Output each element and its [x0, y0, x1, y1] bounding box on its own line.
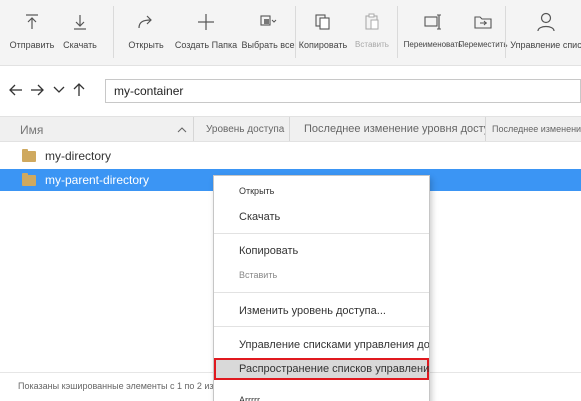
up-arrow-icon[interactable] [71, 82, 87, 98]
upload-label: Отправить [9, 40, 55, 50]
toolbar-divider [397, 6, 398, 58]
download-button[interactable]: Скачать [60, 0, 100, 62]
copy-icon [312, 11, 334, 33]
manage-access-label: Управление спис [510, 40, 581, 50]
upload-button[interactable]: Отправить [8, 0, 56, 62]
menu-divider [214, 233, 429, 234]
move-button[interactable]: Переместить [459, 0, 508, 62]
folder-icon [22, 172, 36, 186]
context-menu: Открыть Скачать Копировать Вставить Изме… [213, 175, 430, 401]
back-arrow-icon[interactable] [8, 82, 24, 98]
toolbar-divider [113, 6, 114, 58]
menu-item-more[interactable]: Arrrrr... [214, 390, 429, 401]
menu-item-copy[interactable]: Копировать [214, 241, 429, 261]
menu-item-download[interactable]: Скачать [214, 207, 429, 227]
row-name: my-parent-directory [45, 173, 150, 187]
toolbar-divider [505, 6, 506, 58]
manage-access-button[interactable]: Управление спис [510, 0, 581, 62]
chevron-down-icon[interactable] [51, 82, 67, 98]
column-last-modified-access[interactable]: Последнее изменение уровня доступа [289, 117, 485, 141]
copy-button[interactable]: Копировать [298, 0, 348, 62]
rename-button[interactable]: Переименовать [403, 0, 463, 62]
rename-label: Переименовать [403, 40, 463, 49]
menu-item-change-access-level[interactable]: Изменить уровень доступа... [214, 301, 429, 321]
menu-divider [214, 326, 429, 327]
new-folder-button[interactable]: Создать Папка [172, 0, 240, 62]
copy-label: Копировать [298, 40, 348, 50]
move-folder-icon [472, 11, 494, 33]
select-all-button[interactable]: Выбрать все [240, 0, 296, 62]
row-name: my-directory [45, 149, 112, 163]
column-header-row: Имя Уровень доступа Последнее изменение … [0, 116, 581, 142]
chevron-up-icon [177, 122, 187, 136]
move-label: Переместить [458, 40, 508, 49]
rename-icon [422, 11, 444, 33]
folder-icon [22, 148, 36, 162]
column-last-modified[interactable]: Последнее изменение [485, 117, 581, 141]
paste-label: Вставить [355, 40, 389, 49]
menu-divider [214, 292, 429, 293]
column-access-level[interactable]: Уровень доступа [193, 117, 289, 141]
download-icon [69, 11, 91, 33]
forward-arrow-icon[interactable] [29, 82, 45, 98]
toolbar: Отправить Скачать Открыть Создать Папка … [0, 0, 581, 66]
open-label: Открыть [128, 40, 164, 50]
menu-item-manage-acl[interactable]: Управление списками управления доступом.… [214, 335, 429, 355]
person-icon [535, 11, 557, 33]
path-input[interactable]: my-container [105, 79, 581, 103]
column-name[interactable]: Имя [20, 117, 190, 141]
new-folder-label: Создать Папка [174, 40, 238, 50]
table-row[interactable]: my-directory [0, 145, 190, 167]
share-arrow-icon [135, 11, 157, 33]
open-button[interactable]: Открыть [126, 0, 166, 62]
menu-item-paste[interactable]: Вставить [214, 265, 429, 285]
select-all-label: Выбрать все [241, 40, 295, 50]
upload-icon [21, 11, 43, 33]
table-row-selected[interactable]: my-parent-directory [0, 169, 190, 191]
menu-item-open[interactable]: Открыть [214, 181, 429, 201]
download-label: Скачать [63, 40, 97, 50]
plus-icon [195, 11, 217, 33]
menu-item-propagate-acl[interactable]: Распространение списков управления досту… [214, 358, 429, 380]
status-text: Показаны кэшированные элементы с 1 по 2 … [18, 381, 222, 391]
column-name-label: Имя [20, 123, 44, 137]
paste-button[interactable]: Вставить [350, 0, 394, 62]
select-all-icon [257, 11, 279, 33]
toolbar-divider [295, 6, 296, 58]
clipboard-icon [361, 11, 383, 33]
